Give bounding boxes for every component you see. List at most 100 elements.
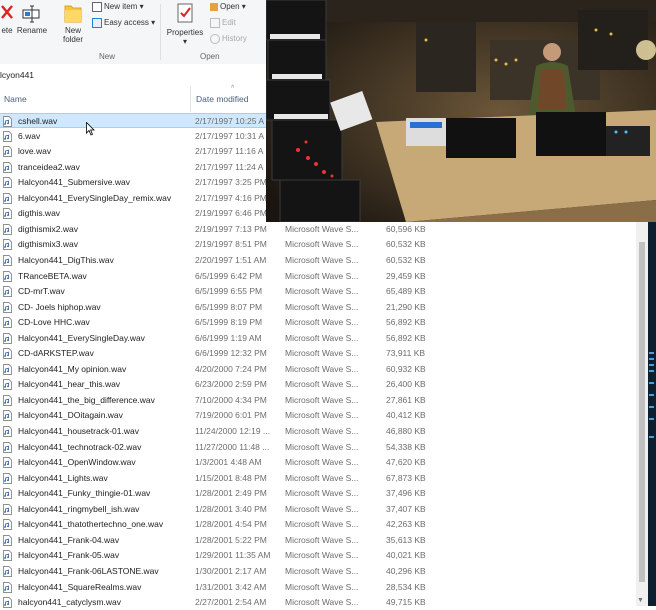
file-row[interactable]: Halcyon441_SquareRealms.wav 1/31/2001 3:4… xyxy=(0,580,636,595)
file-row[interactable]: Halcyon441_hear_this.wav 6/23/2000 2:59 P… xyxy=(0,377,636,392)
new-item-button[interactable]: New item ▾ xyxy=(92,2,144,12)
file-type: Microsoft Wave S... xyxy=(285,301,359,312)
file-row[interactable]: digthismix3.wav 2/19/1997 8:51 PM Microsof… xyxy=(0,237,636,252)
file-name: Halcyon441_hear_this.wav xyxy=(18,379,121,390)
wav-file-icon xyxy=(3,301,12,313)
file-row[interactable]: CD- Joels hiphop.wav 6/5/1999 8:07 PM Micr… xyxy=(0,300,636,315)
file-row[interactable]: Halcyon441_DOitagain.wav 7/19/2000 6:01 P… xyxy=(0,408,636,423)
scrollbar-thumb[interactable] xyxy=(639,242,645,582)
file-date-modified: 6/5/1999 6:55 PM xyxy=(195,286,263,297)
wav-file-icon xyxy=(3,566,12,577)
wav-file-icon xyxy=(3,208,12,220)
file-row[interactable]: CD-dARKSTEP.wav 6/6/1999 12:32 PM Microsof… xyxy=(0,346,636,361)
file-date-modified: 2/17/1997 3:25 PM xyxy=(195,177,267,188)
properties-label: Properties xyxy=(166,28,204,37)
wav-file-icon xyxy=(3,130,12,142)
edit-button[interactable]: Edit xyxy=(210,18,236,28)
address-bar[interactable]: lcyon441 xyxy=(0,64,266,85)
wav-file-icon xyxy=(3,503,12,515)
file-name: Halcyon441_SquareRealms.wav xyxy=(18,581,142,592)
new-folder-button[interactable]: New folder xyxy=(58,2,88,44)
delete-button[interactable]: ete xyxy=(0,4,14,35)
file-row[interactable]: CD-mrT.wav 6/5/1999 6:55 PM Microsoft Wave… xyxy=(0,284,636,299)
delete-label: ete xyxy=(1,26,13,35)
file-row[interactable]: Halcyon441_My opinion.wav 4/20/2000 7:24 … xyxy=(0,362,636,377)
group-open-label: Open xyxy=(200,52,220,61)
chevron-down-icon: ▾ xyxy=(148,18,156,28)
file-date-modified: 6/6/1999 12:32 PM xyxy=(195,348,267,359)
file-date-modified: 1/28/2001 4:54 PM xyxy=(195,519,267,530)
easy-access-icon xyxy=(92,18,102,28)
file-date-modified: 1/3/2001 4:48 AM xyxy=(195,457,262,468)
file-name: Halcyon441_the_big_difference.wav xyxy=(18,394,155,405)
file-size: 60,596 KB xyxy=(386,223,426,234)
vertical-scrollbar[interactable]: ▼ xyxy=(636,222,648,606)
wav-file-icon xyxy=(3,317,12,328)
file-type: Microsoft Wave S... xyxy=(285,503,359,514)
properties-button[interactable]: Properties ▾ xyxy=(164,2,206,46)
history-icon xyxy=(210,34,220,44)
file-size: 49,715 KB xyxy=(386,597,426,607)
scroll-down-icon[interactable]: ▼ xyxy=(637,597,644,604)
file-size: 47,620 KB xyxy=(386,457,426,468)
file-row[interactable]: Halcyon441_the_big_difference.wav 7/10/20… xyxy=(0,393,636,408)
file-date-modified: 2/19/1997 8:51 PM xyxy=(195,239,267,250)
file-row[interactable]: Halcyon441_Funky_thingie-01.wav 1/28/2001… xyxy=(0,486,636,501)
wav-file-icon xyxy=(3,177,12,189)
file-row[interactable]: Halcyon441_technotrack-02.wav 11/27/2000 … xyxy=(0,440,636,455)
column-header-date-modified[interactable]: Date modified xyxy=(196,94,248,104)
file-row[interactable]: Halcyon441_EverySingleDay.wav 6/6/1999 1:… xyxy=(0,331,636,346)
file-size: 67,873 KB xyxy=(386,472,426,483)
file-row[interactable]: Halcyon441_thatothertechno_one.wav 1/28/2… xyxy=(0,517,636,532)
file-name: Halcyon441_Submersive.wav xyxy=(18,177,130,188)
wav-file-icon xyxy=(3,161,12,173)
file-size: 60,532 KB xyxy=(386,255,426,265)
file-row[interactable]: digthismix2.wav 2/19/1997 7:13 PM Microsof… xyxy=(0,222,636,237)
file-name: Halcyon441_My opinion.wav xyxy=(18,363,127,374)
file-row[interactable]: CD-Love HHC.wav 6/5/1999 8:19 PM Microsoft… xyxy=(0,315,636,330)
file-type: Microsoft Wave S... xyxy=(285,566,359,576)
file-date-modified: 2/19/1997 6:46 PM xyxy=(195,208,267,219)
easy-access-button[interactable]: Easy access ▾ xyxy=(92,18,155,28)
file-name: digthismix2.wav xyxy=(18,223,78,234)
file-name: CD-mrT.wav xyxy=(18,286,65,297)
file-row[interactable]: TRanceBETA.wav 6/5/1999 6:42 PM Microsoft … xyxy=(0,269,636,284)
column-divider[interactable] xyxy=(190,86,191,112)
file-row[interactable]: Halcyon441_housetrack-01.wav 11/24/2000 1… xyxy=(0,424,636,439)
studio-webcam-image xyxy=(266,0,656,222)
mouse-cursor-icon xyxy=(86,122,95,136)
file-row[interactable]: Halcyon441_OpenWindow.wav 1/3/2001 4:48 A… xyxy=(0,455,636,470)
file-type: Microsoft Wave S... xyxy=(285,286,359,297)
column-header-name[interactable]: Name xyxy=(4,94,27,104)
file-row[interactable]: Halcyon441_Frank-04.wav 1/28/2001 5:22 PM… xyxy=(0,533,636,548)
wav-file-icon xyxy=(3,519,12,531)
file-name: digthismix3.wav xyxy=(18,239,78,250)
rename-button[interactable]: Rename xyxy=(16,4,48,35)
file-row[interactable]: Halcyon441_DigThis.wav 2/20/1997 1:51 AM M… xyxy=(0,253,636,268)
file-date-modified: 6/23/2000 2:59 PM xyxy=(195,379,267,390)
file-name: Halcyon441_Funky_thingie-01.wav xyxy=(18,488,151,499)
file-type: Microsoft Wave S... xyxy=(285,426,359,436)
file-size: 27,861 KB xyxy=(386,394,426,405)
column-headers: ^ Name Date modified xyxy=(0,84,266,112)
chevron-down-icon: ▾ xyxy=(239,2,246,11)
wav-file-icon xyxy=(3,395,12,406)
file-row[interactable]: Halcyon441_ringmybell_ish.wav 1/28/2001 3… xyxy=(0,502,636,517)
rename-icon xyxy=(22,5,40,23)
history-button[interactable]: History xyxy=(210,34,247,44)
file-type: Microsoft Wave S... xyxy=(285,550,359,561)
file-row[interactable]: Halcyon441_Frank-06LASTONE.wav 1/30/2001 … xyxy=(0,564,636,579)
wav-file-icon xyxy=(3,363,12,375)
file-size: 46,880 KB xyxy=(386,426,426,436)
file-row[interactable]: Halcyon441_Frank-05.wav 1/29/2001 11:35 A… xyxy=(0,548,636,563)
file-name: Halcyon441_technotrack-02.wav xyxy=(18,441,142,452)
file-size: 73,911 KB xyxy=(386,348,426,359)
file-row[interactable]: Halcyon441_Lights.wav 1/15/2001 8:48 PM Mi… xyxy=(0,471,636,486)
new-folder-label: New folder xyxy=(62,26,83,44)
file-row[interactable]: halcyon441_catyclysm.wav 2/27/2001 2:54 A… xyxy=(0,595,636,610)
wav-file-icon xyxy=(3,270,12,282)
file-size: 37,496 KB xyxy=(386,488,426,499)
file-name: digthis.wav xyxy=(18,208,61,219)
file-date-modified: 2/17/1997 10:25 A xyxy=(195,116,265,126)
open-button[interactable]: Open ▾ xyxy=(210,2,246,11)
